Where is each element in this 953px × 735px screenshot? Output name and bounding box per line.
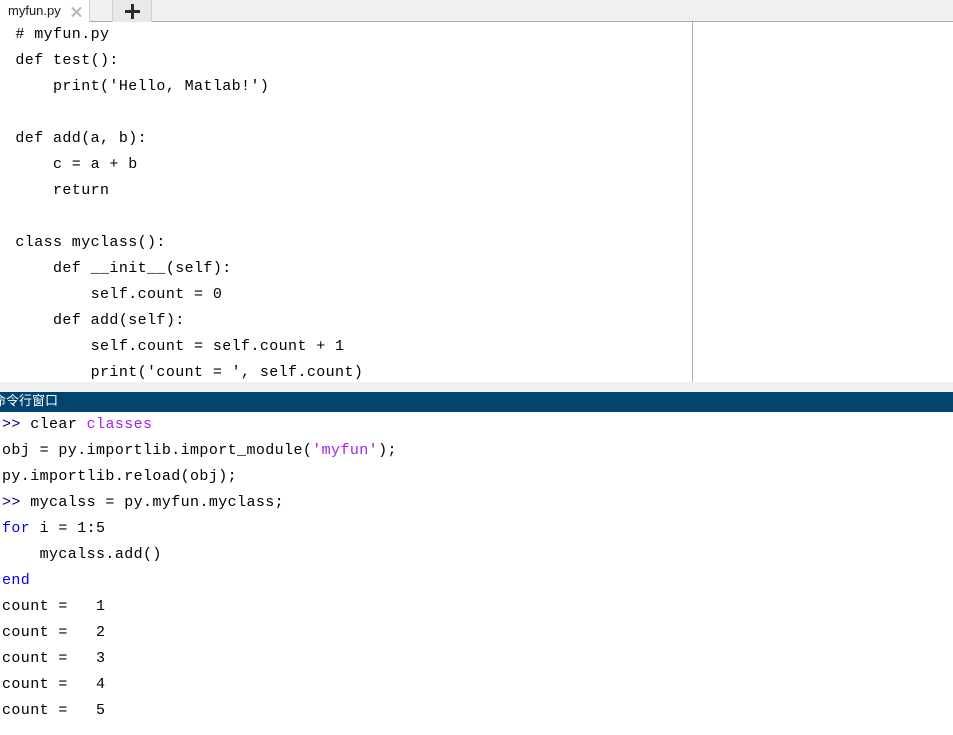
- code-line: c = a + b: [6, 156, 138, 173]
- command-line: count = 5: [0, 698, 953, 724]
- command-token-plain: i = 1:5: [30, 520, 106, 537]
- command-token-plain: obj = py.importlib.import_module(: [2, 442, 313, 459]
- code-line: self.count = self.count + 1: [6, 338, 345, 355]
- command-token-plain: clear: [30, 416, 87, 433]
- command-line: >> mycalss = py.myfun.myclass;: [0, 490, 953, 516]
- command-line: obj = py.importlib.import_module('myfun'…: [0, 438, 953, 464]
- command-token-prompt: >>: [2, 416, 31, 433]
- command-token-string: classes: [86, 416, 153, 433]
- command-window-pane: 命令行窗口 >> clear classesobj = py.importlib…: [0, 392, 953, 735]
- code-line: # myfun.py: [6, 26, 110, 43]
- command-line: py.importlib.reload(obj);: [0, 464, 953, 490]
- command-line: mycalss.add(): [0, 542, 953, 568]
- code-line: return: [6, 182, 110, 199]
- command-window-output[interactable]: >> clear classes obj = py.importlib.impor…: [0, 412, 953, 735]
- command-line: count = 2: [0, 620, 953, 646]
- command-token-plain: py.importlib.reload(obj);: [2, 468, 238, 485]
- command-token-keyword: for: [2, 520, 31, 537]
- command-token-prompt: >>: [2, 494, 31, 511]
- code-line: def add(a, b):: [6, 130, 148, 147]
- close-icon[interactable]: [70, 5, 83, 18]
- command-line: count = 1: [0, 594, 953, 620]
- command-window-titlebar[interactable]: 命令行窗口: [0, 392, 953, 412]
- command-token-string: 'myfun': [312, 442, 379, 459]
- command-window-title: 命令行窗口: [0, 394, 59, 409]
- command-line: count = 4: [0, 672, 953, 698]
- code-line: def test():: [6, 52, 119, 69]
- command-window-lines: >> clear classes obj = py.importlib.impor…: [0, 412, 953, 724]
- command-token-keyword: end: [2, 572, 31, 589]
- plus-icon: [124, 3, 140, 19]
- editor-vertical-divider[interactable]: [692, 22, 693, 382]
- editor-code-area[interactable]: # myfun.py def test(): print('Hello, Mat…: [0, 22, 953, 382]
- editor-tab-label: myfun.py: [8, 3, 61, 18]
- editor-pane: myfun.py # myfun.py def test(): print('H…: [0, 0, 953, 392]
- code-line: def add(self):: [6, 312, 185, 329]
- command-line: >> clear classes: [0, 412, 953, 438]
- command-token-plain: count = 5: [2, 702, 106, 719]
- command-token-plain: );: [378, 442, 397, 459]
- new-tab-button[interactable]: [112, 0, 152, 22]
- command-token-plain: mycalss.add(): [2, 546, 162, 563]
- command-line: count = 3: [0, 646, 953, 672]
- code-line: print('Hello, Matlab!'): [6, 78, 270, 95]
- editor-bottom-divider[interactable]: [0, 382, 953, 392]
- command-token-plain: mycalss = py.myfun.myclass;: [30, 494, 285, 511]
- code-line: self.count = 0: [6, 286, 223, 303]
- command-token-plain: count = 4: [2, 676, 106, 693]
- matlab-window: myfun.py # myfun.py def test(): print('H…: [0, 0, 953, 735]
- command-line: for i = 1:5: [0, 516, 953, 542]
- code-lines: # myfun.py def test(): print('Hello, Mat…: [0, 22, 363, 382]
- editor-tabbar: myfun.py: [0, 0, 953, 22]
- command-token-plain: count = 2: [2, 624, 106, 641]
- code-line: class myclass():: [6, 234, 166, 251]
- command-line: end: [0, 568, 953, 594]
- editor-tab-myfun[interactable]: myfun.py: [0, 0, 90, 22]
- command-token-plain: count = 3: [2, 650, 106, 667]
- code-line: print('count = ', self.count): [6, 364, 364, 381]
- code-line: def __init__(self):: [6, 260, 232, 277]
- command-token-plain: count = 1: [2, 598, 106, 615]
